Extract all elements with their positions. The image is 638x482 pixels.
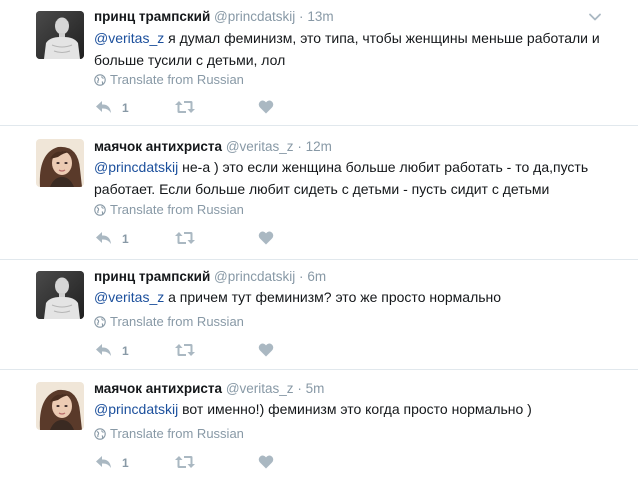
translate-link[interactable]: Translate from Russian — [94, 72, 244, 87]
mention-link[interactable]: @veritas_z — [94, 289, 164, 305]
globe-icon — [94, 204, 106, 216]
separator: · — [297, 381, 302, 396]
globe-icon — [94, 74, 106, 86]
heart-icon[interactable] — [258, 454, 274, 470]
tweet[interactable]: принц трампский @princdatskij · 13m @ver… — [0, 0, 638, 126]
tweet-body: а причем тут феминизм? это же просто нор… — [164, 289, 502, 305]
tweet-body: я думал феминизм, это типа, чтобы женщин… — [94, 30, 600, 68]
translate-label: Translate from Russian — [110, 202, 244, 217]
tweet-text: @princdatskij вот именно!) феминизм это … — [94, 398, 614, 420]
user-name[interactable]: маячок антихриста — [94, 139, 222, 154]
heart-icon[interactable] — [258, 342, 274, 358]
user-name[interactable]: принц трампский — [94, 9, 210, 24]
retweet-icon[interactable] — [174, 230, 196, 246]
retweet-icon[interactable] — [174, 99, 196, 115]
tweet-text: @veritas_z а причем тут феминизм? это же… — [94, 286, 614, 308]
retweet-icon[interactable] — [174, 454, 196, 470]
user-name[interactable]: маячок антихриста — [94, 381, 222, 396]
translate-link[interactable]: Translate from Russian — [94, 314, 244, 329]
mention-link[interactable]: @princdatskij — [94, 401, 178, 417]
translate-label: Translate from Russian — [110, 426, 244, 441]
avatar[interactable] — [36, 271, 84, 319]
tweet-body: вот именно!) феминизм это когда просто н… — [178, 401, 532, 417]
translate-link[interactable]: Translate from Russian — [94, 202, 244, 217]
heart-icon[interactable] — [258, 99, 274, 115]
separator: · — [297, 139, 302, 154]
tweet-header: принц трампский @princdatskij · 13m — [94, 9, 334, 24]
timestamp[interactable]: 13m — [307, 9, 333, 24]
avatar[interactable] — [36, 382, 84, 430]
tweet[interactable]: принц трампский @princdatskij · 6m @veri… — [0, 260, 638, 370]
tweet-text: @princdatskij не-а ) это если женщина бо… — [94, 156, 614, 200]
reply-icon[interactable] — [94, 342, 114, 358]
globe-icon — [94, 316, 106, 328]
user-handle[interactable]: @princdatskij — [214, 269, 295, 284]
separator: · — [299, 9, 304, 24]
reply-count: 1 — [122, 456, 129, 470]
separator: · — [299, 269, 304, 284]
timestamp[interactable]: 12m — [306, 139, 332, 154]
mention-link[interactable]: @veritas_z — [94, 30, 164, 46]
mention-link[interactable]: @princdatskij — [94, 159, 178, 175]
translate-link[interactable]: Translate from Russian — [94, 426, 244, 441]
reply-count: 1 — [122, 232, 129, 246]
reply-count: 1 — [122, 344, 129, 358]
tweet[interactable]: маячок антихриста @veritas_z · 5m @princ… — [0, 370, 638, 482]
user-name[interactable]: принц трампский — [94, 269, 210, 284]
user-handle[interactable]: @princdatskij — [214, 9, 295, 24]
timestamp[interactable]: 6m — [307, 269, 326, 284]
timestamp[interactable]: 5m — [306, 381, 325, 396]
tweet-text: @veritas_z я думал феминизм, это типа, ч… — [94, 27, 614, 71]
globe-icon — [94, 428, 106, 440]
reply-icon[interactable] — [94, 99, 114, 115]
translate-label: Translate from Russian — [110, 314, 244, 329]
heart-icon[interactable] — [258, 230, 274, 246]
user-handle[interactable]: @veritas_z — [226, 381, 294, 396]
tweet-header: маячок антихриста @veritas_z · 12m — [94, 139, 332, 154]
avatar[interactable] — [36, 11, 84, 59]
retweet-icon[interactable] — [174, 342, 196, 358]
reply-count: 1 — [122, 101, 129, 115]
reply-icon[interactable] — [94, 454, 114, 470]
user-handle[interactable]: @veritas_z — [226, 139, 294, 154]
tweet-header: принц трампский @princdatskij · 6m — [94, 269, 326, 284]
tweet[interactable]: маячок антихриста @veritas_z · 12m @prin… — [0, 126, 638, 260]
chevron-down-icon[interactable] — [588, 10, 602, 24]
translate-label: Translate from Russian — [110, 72, 244, 87]
tweet-header: маячок антихриста @veritas_z · 5m — [94, 381, 324, 396]
avatar[interactable] — [36, 139, 84, 187]
reply-icon[interactable] — [94, 230, 114, 246]
